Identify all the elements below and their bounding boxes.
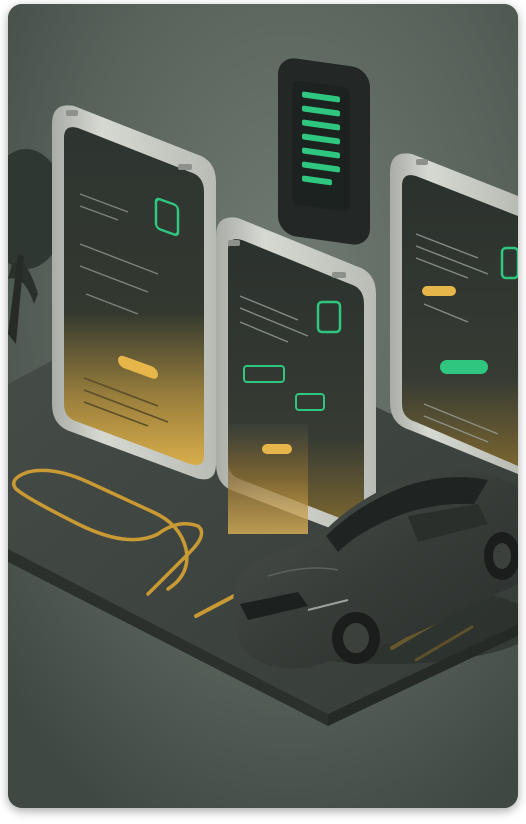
- phone-mockup-middle: [216, 217, 376, 540]
- floating-device: [278, 58, 370, 245]
- isometric-ev-app-illustration: [8, 4, 518, 808]
- phone-mockup-right: [390, 153, 518, 474]
- illustration-card: [8, 4, 518, 808]
- phone-mockup-left: [52, 105, 216, 480]
